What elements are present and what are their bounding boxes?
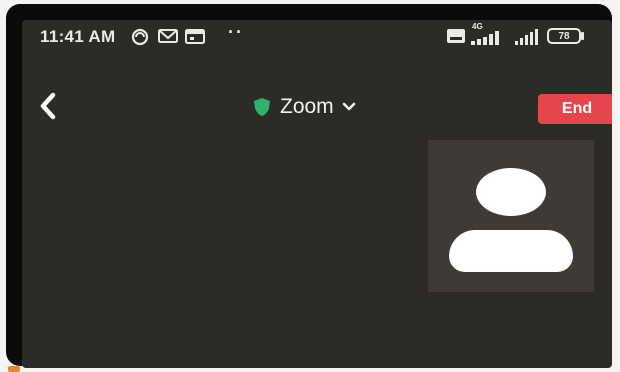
meeting-title: Zoom: [280, 95, 334, 118]
more-dots-icon: ··: [228, 22, 244, 42]
person-icon: [476, 168, 546, 216]
sync-icon: [131, 28, 149, 46]
meeting-title-dropdown[interactable]: Zoom: [252, 92, 356, 122]
person-icon-body: [449, 230, 573, 272]
chevron-down-icon: [342, 102, 355, 111]
self-video-tile[interactable]: [428, 140, 594, 292]
shield-icon: [254, 98, 270, 116]
meeting-top-bar: Zoom End: [22, 86, 612, 130]
chevron-left-icon: [40, 92, 56, 120]
phone-frame: 11:41 AM ·· 4G 78 Zoom End: [6, 4, 612, 368]
photo-edge-mark: [8, 366, 20, 372]
mail-icon: [158, 29, 178, 43]
end-meeting-button[interactable]: End: [538, 94, 612, 124]
back-button[interactable]: [30, 88, 66, 124]
vowifi-icon: [447, 29, 465, 43]
signal-icon: [515, 29, 538, 45]
battery-tip: [581, 32, 584, 40]
status-bar: 11:41 AM ·· 4G 78: [22, 20, 612, 60]
status-time: 11:41 AM: [40, 27, 116, 46]
zoom-meeting-screen: 11:41 AM ·· 4G 78 Zoom End: [22, 20, 612, 368]
battery-level: 78: [558, 30, 570, 42]
calendar-icon: [185, 29, 205, 44]
signal-icon: [471, 31, 499, 45]
battery-icon: 78: [547, 28, 581, 44]
